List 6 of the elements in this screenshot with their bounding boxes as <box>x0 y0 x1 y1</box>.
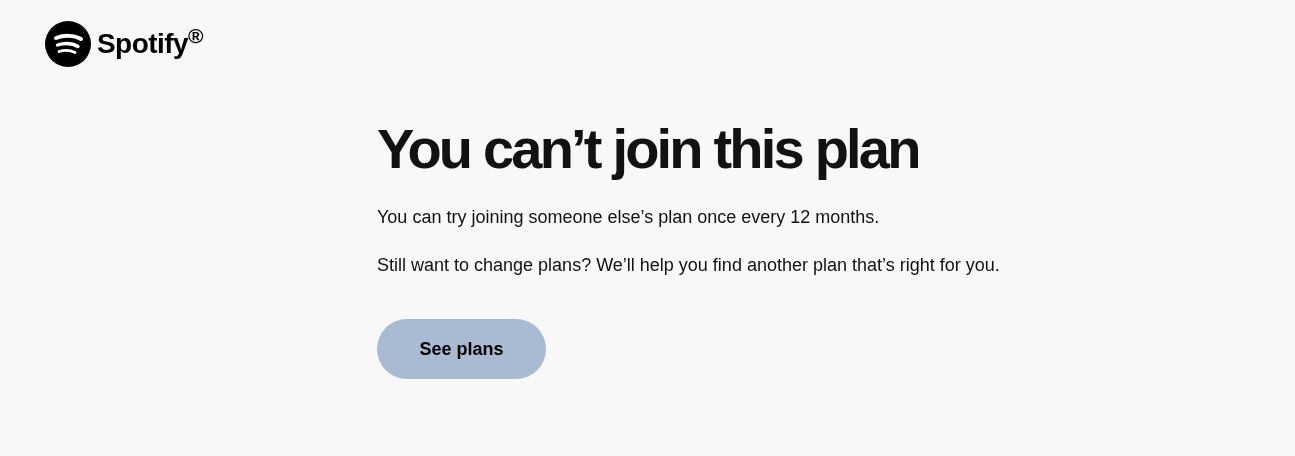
logo-icon <box>45 21 91 67</box>
page-title: You can’t join this plan <box>377 117 920 181</box>
body-text: Still want to change plans? We’ll help you find another plan that’s right for you. <box>377 254 1001 277</box>
logo-text: Spotify$^{®}$ <box>97 23 203 61</box>
body-text: You can try joining someone else’s plan once every 12 months. <box>377 206 881 229</box>
see-plans-button[interactable]: See plans <box>377 319 546 379</box>
